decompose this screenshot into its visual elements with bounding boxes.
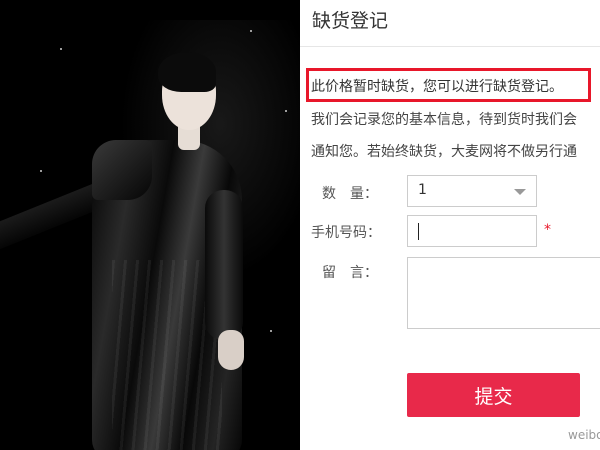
out-of-stock-notice: 此价格暂时缺货，您可以进行缺货登记。	[311, 79, 563, 95]
photo-shoulder	[92, 140, 152, 200]
title-divider	[300, 46, 600, 47]
chevron-down-icon	[514, 189, 526, 195]
photo-right-arm	[205, 190, 243, 340]
phone-label: 手机号码：	[311, 225, 381, 241]
submit-button[interactable]: 提交	[407, 373, 580, 417]
photo-sparkle	[285, 110, 287, 112]
message-label: 留 言：	[322, 265, 378, 281]
photo-hand	[218, 330, 244, 370]
phone-input[interactable]	[407, 215, 537, 247]
photo-sparkle	[250, 30, 252, 32]
photo-sparkle	[270, 330, 272, 332]
out-of-stock-dialog: 缺货登记 此价格暂时缺货，您可以进行缺货登记。 我们会记录您的基本信息，待到货时…	[300, 0, 600, 450]
quantity-select[interactable]: 1	[407, 175, 537, 207]
text-cursor	[418, 223, 419, 240]
description-line-2: 通知您。若始终缺货，大麦网将不做另行通	[311, 144, 577, 160]
watermark-text: weibo	[568, 428, 600, 442]
quantity-value: 1	[418, 182, 427, 198]
message-textarea[interactable]	[407, 257, 600, 329]
quantity-label: 数 量：	[322, 186, 378, 202]
description-line-1: 我们会记录您的基本信息，待到货时我们会	[311, 112, 577, 128]
photo-sparkle	[40, 170, 42, 172]
artist-photo	[0, 0, 300, 450]
required-mark: *	[544, 222, 551, 238]
photo-hair	[158, 52, 216, 92]
photo-sparkle	[60, 48, 62, 50]
dialog-title: 缺货登记	[312, 10, 389, 32]
